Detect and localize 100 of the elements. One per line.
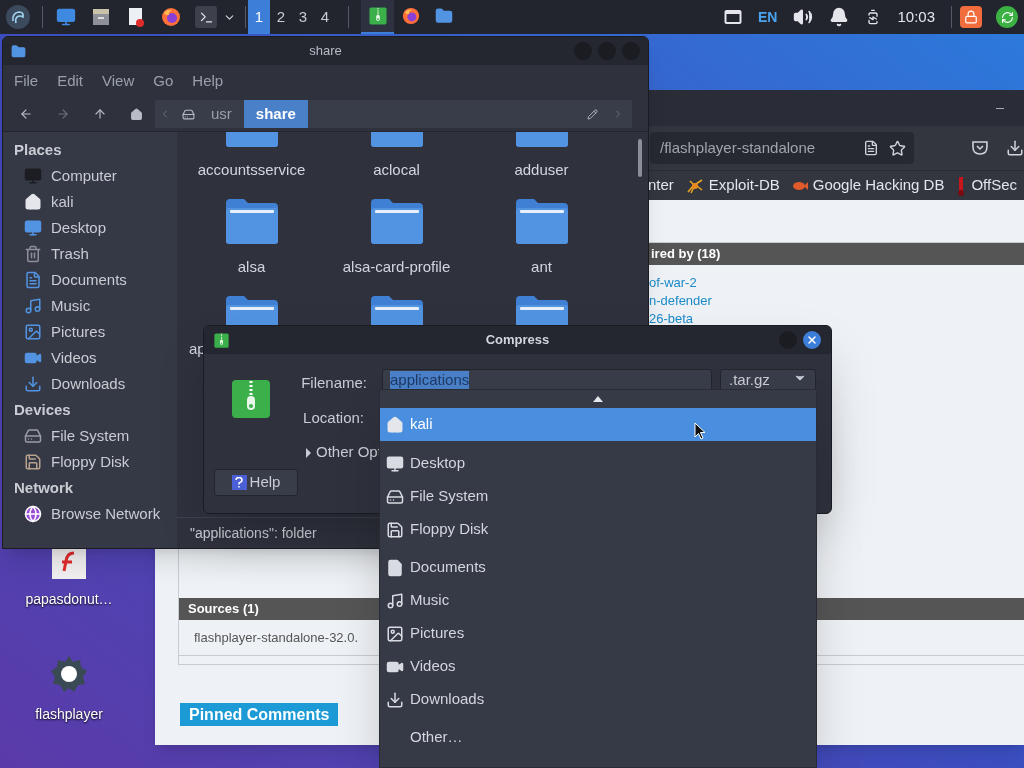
sidebar-item[interactable]: Computer	[14, 163, 166, 189]
workspace-button[interactable]: 2	[270, 0, 292, 34]
file-name[interactable]: alsa	[237, 256, 266, 279]
picture-icon	[24, 323, 42, 341]
archive-icon	[231, 379, 271, 419]
scrollbar[interactable]	[638, 139, 642, 177]
file-name[interactable]: aclocal	[373, 159, 420, 182]
language-indicator[interactable]: EN	[758, 6, 778, 28]
location-option[interactable]: Documents	[380, 551, 816, 584]
download-icon	[24, 375, 42, 393]
cabinet-icon	[91, 7, 111, 27]
sidebar-heading: Network	[14, 478, 75, 498]
desktop-icon-label[interactable]: papasdonut…	[25, 589, 113, 610]
menu-item[interactable]: Help	[192, 69, 224, 93]
location-option[interactable]: Desktop	[380, 447, 816, 480]
globe-icon	[24, 505, 42, 523]
close-button[interactable]	[803, 331, 821, 349]
bookmark-link[interactable]: OffSec	[956, 174, 1018, 197]
minimize-icon[interactable]	[996, 107, 1004, 109]
clock[interactable]: 10:03	[897, 5, 935, 29]
folder-icon	[223, 294, 280, 327]
sidebar-item[interactable]: Pictures	[14, 319, 166, 345]
help-button[interactable]: Help	[214, 469, 298, 496]
sidebar-item[interactable]: Downloads	[14, 371, 166, 397]
sidebar-item[interactable]: kali	[14, 189, 166, 215]
refresh-button[interactable]	[996, 6, 1018, 28]
source-link[interactable]: flashplayer-standalone-32.0.	[194, 627, 359, 648]
location-option[interactable]: Floppy Disk	[380, 513, 816, 546]
reader-icon[interactable]	[863, 140, 880, 156]
close-icon	[806, 334, 818, 346]
path-segment[interactable]: usr	[199, 100, 244, 128]
file-cabinet-launcher[interactable]	[90, 6, 112, 28]
desktop-icon-label[interactable]: flashplayer	[35, 704, 103, 725]
sidebar-item[interactable]: Desktop	[14, 215, 166, 241]
edit-icon[interactable]	[587, 108, 598, 120]
bookmark-link[interactable]: nter	[648, 174, 674, 197]
window-title: share	[309, 42, 342, 61]
notification-icon[interactable]	[829, 7, 850, 27]
sidebar-item[interactable]: Floppy Disk	[14, 449, 166, 475]
file-name[interactable]: accountsservice	[197, 159, 306, 182]
desktop-launcher[interactable]	[55, 6, 77, 28]
menu-button[interactable]	[6, 5, 30, 29]
filename-label: Filename:	[300, 373, 367, 393]
floppy-icon	[385, 520, 404, 539]
browser-icon	[161, 7, 181, 27]
sidebar-item[interactable]: Videos	[14, 345, 166, 371]
expander-icon[interactable]	[305, 447, 312, 458]
archive-icon	[214, 332, 229, 348]
lock-icon	[964, 10, 978, 24]
bookmark-link[interactable]: Google Hacking DB	[791, 174, 945, 197]
home-icon[interactable]	[130, 107, 143, 121]
folder-icon	[368, 197, 425, 245]
picture-icon	[385, 624, 404, 643]
location-option[interactable]: Music	[380, 584, 816, 617]
music-icon	[385, 591, 404, 610]
url-field[interactable]: /flashplayer-standalone	[650, 132, 915, 164]
menu-item[interactable]: Edit	[57, 69, 84, 93]
mouse-pointer-icon	[694, 422, 706, 440]
sidebar-item[interactable]: File System	[14, 423, 166, 449]
package-link[interactable]: of-war-2	[649, 274, 697, 291]
path-segment[interactable]: share	[243, 100, 308, 128]
menu-item[interactable]: View	[102, 69, 135, 93]
music-icon	[24, 297, 42, 315]
help-icon	[231, 475, 247, 490]
location-option[interactable]: Downloads	[380, 683, 816, 716]
file-name[interactable]: adduser	[514, 159, 569, 182]
workspace-button[interactable]: 1	[248, 0, 270, 34]
terminal-launcher[interactable]	[195, 6, 217, 28]
location-option[interactable]: Other…	[380, 721, 816, 754]
sidebar-item[interactable]: Trash	[14, 241, 166, 267]
menu-item[interactable]: File	[14, 69, 39, 93]
sidebar-item[interactable]: Documents	[14, 267, 166, 293]
forward-icon[interactable]	[56, 107, 70, 121]
file-name[interactable]: alsa-card-profile	[342, 256, 451, 279]
bookmark-star-icon[interactable]	[889, 139, 907, 157]
sidebar-heading: Devices	[14, 400, 72, 420]
menu-item[interactable]: Go	[153, 69, 174, 93]
workspace-button[interactable]: 3	[292, 0, 314, 34]
back-icon[interactable]	[19, 107, 33, 121]
location-option[interactable]: Videos	[380, 650, 816, 683]
volume-icon[interactable]	[793, 7, 814, 27]
sidebar-item[interactable]: Browse Network	[14, 501, 166, 527]
desktop-icon	[385, 454, 404, 473]
bookmark-link[interactable]: Exploit-DB	[685, 174, 780, 197]
browser-launcher[interactable]	[160, 6, 182, 28]
sidebar-item[interactable]: Music	[14, 293, 166, 319]
task-button[interactable]	[361, 0, 394, 34]
file-name[interactable]: ant	[531, 256, 552, 279]
pocket-icon[interactable]	[971, 139, 989, 157]
gear-icon[interactable]	[49, 654, 89, 694]
location-option[interactable]: File System	[380, 480, 816, 513]
download-icon[interactable]	[1006, 139, 1024, 157]
location-option[interactable]: Pictures	[380, 617, 816, 650]
folder-icon	[368, 294, 425, 327]
screen-icon[interactable]	[724, 9, 742, 25]
home-icon	[24, 193, 42, 211]
pinned-comments-tag: Pinned Comments	[180, 703, 339, 726]
workspace-button[interactable]: 4	[314, 0, 336, 34]
lock-button[interactable]	[960, 6, 982, 28]
up-icon[interactable]	[93, 107, 107, 121]
